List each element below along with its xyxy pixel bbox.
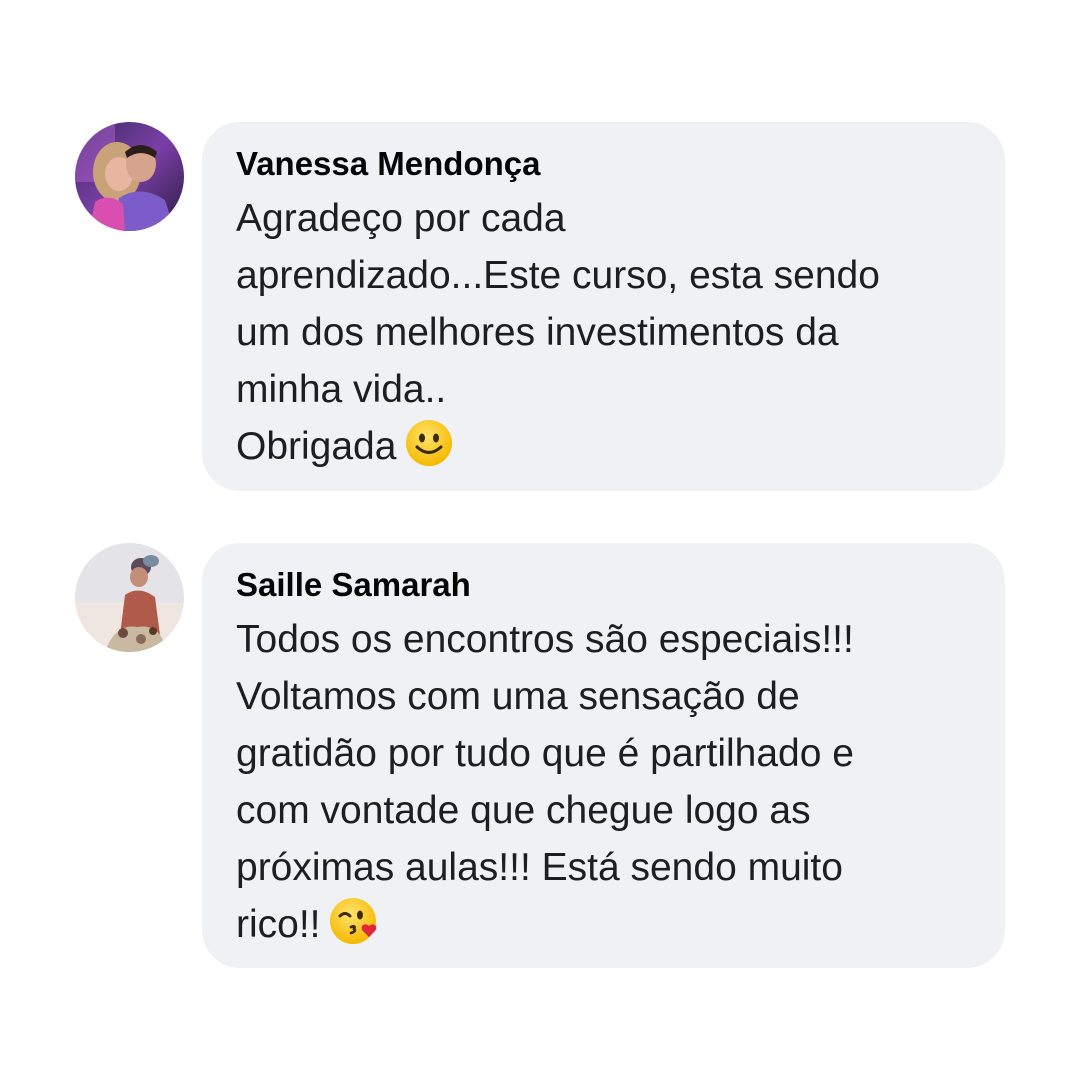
avatar[interactable] — [75, 543, 184, 652]
comment-text-line: um dos melhores investimentos da — [236, 311, 839, 354]
slightly-smiling-face-emoji-icon — [404, 418, 454, 468]
comment-text-line: próximas aulas!!! Está sendo muito — [236, 846, 843, 889]
comment-text-line: Voltamos com uma sensação de — [236, 675, 800, 718]
profile-photo-couple-icon — [75, 122, 184, 231]
face-blowing-kiss-emoji-icon — [329, 896, 379, 946]
profile-photo-person-icon — [75, 543, 184, 652]
comment-text-line: Agradeço por cada — [236, 197, 566, 240]
comment-author-name[interactable]: Vanessa Mendonça — [236, 142, 975, 186]
comment-author-name[interactable]: Saille Samarah — [236, 563, 975, 607]
comment-text-segment: rico!! — [236, 903, 321, 946]
comment-text-line-last: rico!! — [236, 896, 975, 953]
comment-text-line: gratidão por tudo que é partilhado e — [236, 732, 854, 775]
comment-bubble: Vanessa Mendonça Agradeço por cada apren… — [202, 122, 1005, 491]
comment-text-line: aprendizado...Este curso, esta sendo — [236, 254, 880, 297]
comment-text-segment: Obrigada — [236, 425, 397, 468]
avatar[interactable] — [75, 122, 184, 231]
comment-bubble: Saille Samarah Todos os encontros são es… — [202, 543, 1005, 968]
comment-text-line: minha vida.. — [236, 368, 447, 411]
comment-text-line: Todos os encontros são especiais!!! — [236, 618, 854, 661]
comment-text-line: com vontade que chegue logo as — [236, 789, 811, 832]
comment-text-line-last: Obrigada — [236, 418, 975, 475]
